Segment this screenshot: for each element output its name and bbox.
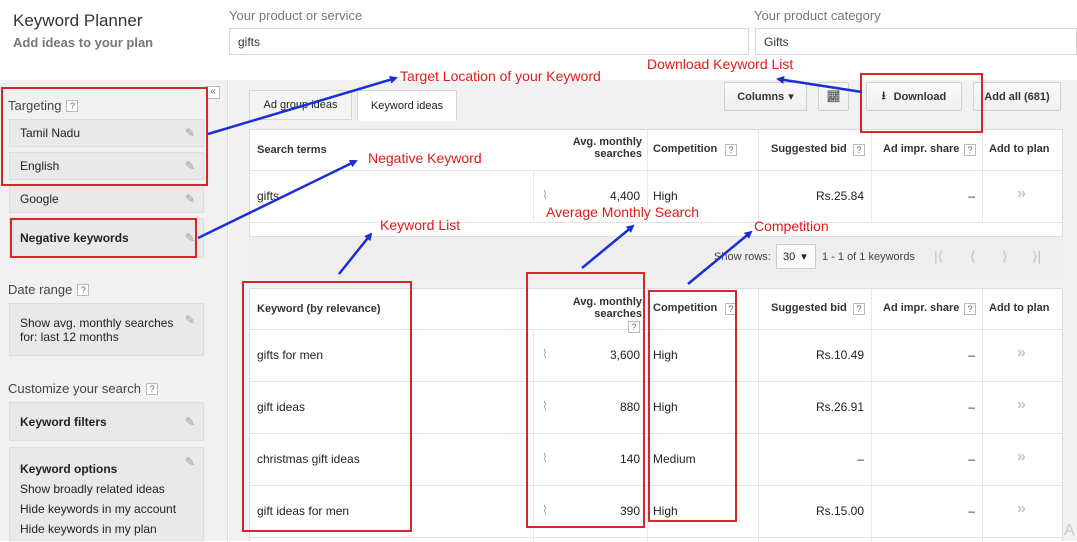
show-rows-label: Show rows: (714, 251, 771, 263)
product-label: Your product or service (229, 8, 363, 23)
share-cell: – (968, 452, 975, 466)
keyword-filters-box[interactable]: Keyword filters ✎ (9, 402, 204, 441)
pencil-icon[interactable]: ✎ (183, 415, 197, 429)
add-to-plan-header: Add to plan (989, 302, 1050, 314)
help-icon[interactable]: ? (964, 303, 976, 315)
annotation-box-keywords (242, 281, 412, 532)
date-range-label: Date range (8, 282, 73, 297)
bid-cell: Rs.25.84 (815, 189, 864, 203)
annotation-negative-keyword: Negative Keyword (368, 150, 482, 166)
share-cell: – (968, 348, 975, 362)
pencil-icon[interactable]: ✎ (183, 192, 197, 206)
caret-down-icon: ▾ (788, 91, 794, 103)
annotation-box-negative (10, 218, 197, 258)
annotation-download-list: Download Keyword List (647, 56, 794, 72)
share-cell: – (968, 400, 975, 414)
ad-impr-share-header[interactable]: Ad impr. share (883, 302, 959, 314)
tab-keyword-ideas[interactable]: Keyword ideas (357, 90, 457, 121)
corner-mark: A (1064, 522, 1075, 539)
bid-cell: Rs.10.49 (815, 348, 864, 362)
app-title: Keyword Planner (13, 11, 143, 30)
search-terms-header[interactable]: Search terms (257, 144, 327, 156)
search-term-cell: gifts (257, 189, 280, 203)
sidebar-item-network[interactable]: Google ✎ (9, 185, 204, 213)
keyword-options-label: Keyword options (20, 462, 118, 476)
add-to-plan-icon[interactable]: » (1017, 185, 1026, 203)
share-cell: – (968, 189, 975, 203)
competition-header[interactable]: Competition (653, 143, 717, 155)
keyword-option: Hide keywords in my plan (20, 522, 157, 536)
category-label: Your product category (754, 8, 881, 23)
date-range-heading: Date range ? (8, 282, 90, 297)
share-cell: – (968, 504, 975, 518)
help-icon[interactable]: ? (725, 144, 737, 156)
date-range-line2: for: last 12 months (20, 330, 119, 344)
annotation-box-targeting (1, 87, 208, 186)
suggested-bid-header[interactable]: Suggested bid (771, 143, 847, 155)
keyword-filters-label: Keyword filters (20, 414, 107, 429)
category-input-value: Gifts (764, 34, 789, 49)
annotation-target-location: Target Location of your Keyword (400, 68, 601, 84)
add-to-plan-icon[interactable]: » (1017, 344, 1026, 362)
rows-select[interactable]: 30 ▾ (776, 244, 816, 269)
add-to-plan-icon[interactable]: » (1017, 500, 1026, 518)
tab-ad-group-ideas[interactable]: Ad group ideas (249, 90, 352, 120)
app-subtitle: Add ideas to your plan (13, 35, 154, 50)
collapse-sidebar-button[interactable]: « (206, 86, 220, 99)
searches-cell: 4,400 (609, 189, 640, 203)
annotation-box-competition (648, 290, 737, 522)
customize-heading: Customize your search ? (8, 381, 158, 396)
customize-label: Customize your search (8, 381, 141, 396)
annotation-box-searches (526, 272, 645, 528)
avg-header-line2: searches (594, 148, 642, 160)
chart-icon: 📈︎ (826, 91, 841, 103)
network-value: Google (20, 192, 59, 206)
pencil-icon[interactable]: ✎ (183, 313, 197, 327)
columns-label: Columns (737, 90, 785, 103)
add-to-plan-icon[interactable]: » (1017, 396, 1026, 414)
annotation-box-download (860, 73, 983, 133)
last-page-icon[interactable]: ⟩| (1032, 248, 1041, 265)
date-range-line1: Show avg. monthly searches (20, 316, 174, 330)
next-page-icon[interactable]: ⟩ (1002, 248, 1007, 265)
add-to-plan-header: Add to plan (989, 143, 1050, 155)
bid-cell: Rs.26.91 (815, 400, 864, 414)
category-input[interactable]: Gifts (755, 28, 1077, 55)
keyword-option: Hide keywords in my account (20, 502, 177, 516)
pencil-icon[interactable]: ✎ (183, 455, 197, 469)
avg-monthly-header[interactable]: Avg. monthly searches (556, 136, 642, 160)
bid-cell: Rs.15.00 (815, 504, 864, 518)
bid-cell: – (857, 452, 864, 466)
date-range-box[interactable]: Show avg. monthly searches for: last 12 … (9, 303, 204, 356)
avg-header-line1: Avg. monthly (572, 136, 642, 148)
caret-down-icon: ▾ (801, 251, 807, 263)
add-all-button[interactable]: Add all (681) (973, 82, 1061, 111)
help-icon[interactable]: ? (853, 144, 865, 156)
competition-cell: High (653, 189, 678, 203)
product-input-value: gifts (238, 34, 261, 49)
columns-button[interactable]: Columns ▾ (724, 82, 807, 111)
help-icon[interactable]: ? (77, 283, 90, 296)
first-page-icon[interactable]: |⟨ (934, 248, 943, 265)
keyword-option: Show broadly related ideas (20, 482, 165, 496)
search-terms-table: Search terms Avg. monthly searches Compe… (249, 129, 1063, 237)
trend-icon[interactable]: ⌇ (542, 188, 548, 202)
annotation-keyword-list: Keyword List (380, 217, 461, 233)
prev-page-icon[interactable]: ⟨ (970, 248, 975, 265)
chart-button[interactable]: 📈︎ (818, 82, 849, 111)
product-input[interactable]: gifts (229, 28, 749, 55)
suggested-bid-header[interactable]: Suggested bid (771, 302, 847, 314)
rows-value: 30 (783, 250, 796, 263)
annotation-competition: Competition (754, 218, 829, 234)
add-to-plan-icon[interactable]: » (1017, 448, 1026, 466)
pager-range: 1 - 1 of 1 keywords (822, 251, 915, 263)
help-icon[interactable]: ? (964, 144, 976, 156)
keyword-options-box[interactable]: Keyword options Show broadly related ide… (9, 447, 204, 541)
help-icon[interactable]: ? (853, 303, 865, 315)
ad-impr-share-header[interactable]: Ad impr. share (883, 143, 959, 155)
help-icon[interactable]: ? (145, 382, 158, 395)
annotation-avg-monthly: Average Monthly Search (546, 204, 700, 220)
